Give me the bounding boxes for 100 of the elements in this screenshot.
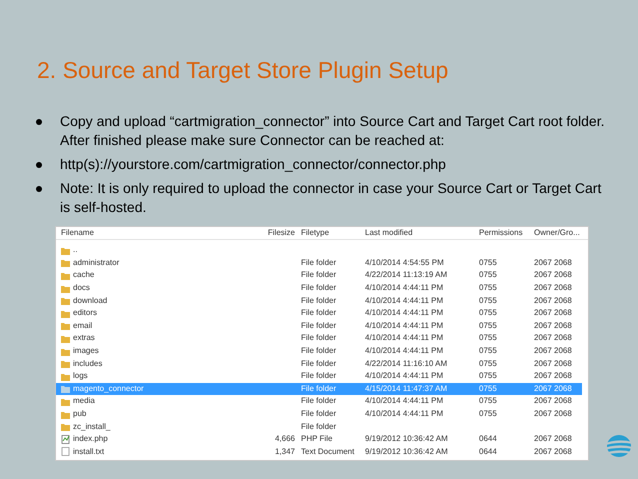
table-cell: editors: [73, 307, 98, 320]
table-cell: PHP File: [301, 433, 332, 446]
file-row[interactable]: ..: [56, 244, 582, 257]
table-cell: download: [73, 294, 108, 307]
table-cell: 4/10/2014 4:44:11 PM: [365, 395, 444, 408]
table-cell: File folder: [301, 256, 336, 269]
table-cell: File folder: [301, 358, 336, 370]
table-cell: Text Document: [301, 446, 354, 458]
table-cell: File folder: [301, 408, 336, 420]
table-cell: 0755: [479, 382, 497, 395]
table-cell: 4/10/2014 4:44:11 PM: [365, 282, 444, 294]
file-row[interactable]: editors File folder 4/10/2014 4:44:11 PM 0755 2067 2068: [56, 306, 582, 320]
table-cell: 2067 2068: [534, 256, 572, 269]
table-cell: 2067 2068: [534, 320, 572, 332]
bullet-icon: [36, 162, 42, 168]
table-cell: 1,347: [274, 446, 295, 458]
table-cell: 0755: [479, 282, 497, 294]
table-cell: 2067 2068: [534, 446, 572, 458]
table-cell: File folder: [301, 269, 336, 282]
file-row[interactable]: pub File folder 4/10/2014 4:44:11 PM 0755 2067 2068: [56, 408, 582, 420]
table-cell: extras: [73, 332, 95, 344]
table-cell: 4/10/2014 4:44:11 PM: [365, 370, 444, 382]
table-cell: 0755: [479, 294, 497, 307]
table-cell: 4,666: [274, 433, 295, 446]
table-cell: ..: [73, 244, 78, 256]
table-cell: 0755: [479, 269, 497, 282]
table-cell: 4/10/2014 4:54:55 PM: [365, 256, 444, 269]
bullet-icon: [36, 186, 42, 192]
table-cell: 0755: [479, 370, 497, 382]
table-cell: 0755: [479, 320, 497, 332]
table-cell: 2067 2068: [534, 433, 572, 446]
file-row[interactable]: zc_install_ File folder: [56, 420, 582, 433]
table-cell: index.php: [73, 433, 108, 446]
table-cell: includes: [73, 358, 102, 370]
table-cell: 2067 2068: [534, 332, 572, 344]
file-row[interactable]: extras File folder 4/10/2014 4:44:11 PM 0755 2067 2068: [56, 332, 582, 345]
table-cell: install.txt: [73, 446, 104, 458]
table-cell: pub: [73, 408, 86, 420]
table-cell: File folder: [301, 294, 336, 307]
table-cell: 4/10/2014 4:44:11 PM: [365, 294, 444, 307]
table-cell: media: [73, 395, 95, 408]
table-cell: 4/10/2014 4:44:11 PM: [365, 332, 444, 344]
file-row[interactable]: index.php 4,666 PHP File 9/19/2012 10:36:42 AM 0644 2067 2068: [56, 432, 582, 446]
table-cell: zc_install_: [73, 420, 110, 433]
table-cell: 0755: [479, 408, 497, 420]
column-header[interactable]: Last modified: [362, 227, 476, 239]
table-cell: File folder: [301, 307, 336, 320]
bullet-text: Copy and upload “cartmigration_connector” into Source Cart and Target Cart root folder. After finished please make sure Connector can be reached at:: [60, 112, 606, 150]
column-header[interactable]: Filetype: [298, 227, 362, 239]
file-row[interactable]: cache File folder 4/22/2014 11:13:19 AM 0755 2067 2068: [56, 269, 582, 282]
table-cell: File folder: [301, 382, 336, 395]
bullet-text: Note: It is only required to upload the connector in case your Source Cart or Target Cart is self-hosted.: [60, 179, 602, 217]
table-cell: 0755: [479, 345, 497, 358]
file-row[interactable]: logs File folder 4/10/2014 4:44:11 PM 0755 2067 2068: [56, 370, 582, 383]
table-cell: 2067 2068: [534, 358, 572, 370]
table-cell: File folder: [301, 332, 336, 344]
file-row[interactable]: administrator File folder 4/10/2014 4:54:55 PM 0755 2067 2068: [56, 256, 582, 270]
table-cell: 4/15/2014 11:47:37 AM: [365, 382, 448, 395]
table-cell: 4/10/2014 4:44:11 PM: [365, 320, 444, 332]
column-header[interactable]: Owner/Gro...: [531, 227, 581, 239]
table-cell: File folder: [301, 282, 336, 294]
table-cell: File folder: [301, 320, 336, 332]
file-row[interactable]: media File folder 4/10/2014 4:44:11 PM 0755 2067 2068: [56, 395, 582, 408]
table-cell: 0644: [479, 446, 497, 458]
table-cell: 0755: [479, 332, 497, 344]
table-cell: 4/10/2014 4:44:11 PM: [365, 307, 444, 320]
table-cell: File folder: [301, 370, 336, 382]
table-cell: magento_connector: [73, 382, 144, 395]
table-cell: logs: [73, 370, 88, 382]
column-header[interactable]: Filesize: [248, 227, 298, 239]
table-cell: 0755: [479, 395, 497, 408]
column-header[interactable]: Permissions: [476, 227, 531, 239]
table-cell: 2067 2068: [534, 269, 572, 282]
file-row[interactable]: images File folder 4/10/2014 4:44:11 PM 0755 2067 2068: [56, 344, 582, 358]
file-row[interactable]: install.txt 1,347 Text Document 9/19/2012 10:36:42 AM 0644 2067 2068: [56, 446, 582, 458]
table-cell: docs: [73, 282, 90, 294]
slide-title: 2. Source and Target Store Plugin Setup: [37, 56, 448, 85]
table-cell: 2067 2068: [534, 370, 572, 382]
file-row[interactable]: includes File folder 4/22/2014 11:16:10 AM 0755 2067 2068: [56, 357, 582, 370]
bullet-text: http(s)://yourstore.com/cartmigration_connector/connector.php: [60, 155, 446, 174]
table-cell: File folder: [301, 420, 336, 433]
table-cell: cache: [73, 269, 94, 282]
table-cell: 9/19/2012 10:36:42 AM: [365, 446, 448, 458]
table-cell: 4/10/2014 4:44:11 PM: [365, 408, 444, 420]
table-cell: 4/22/2014 11:13:19 AM: [365, 269, 448, 282]
table-cell: 2067 2068: [534, 307, 572, 320]
table-cell: email: [73, 320, 92, 332]
table-cell: 0755: [479, 307, 497, 320]
bullet-icon: [36, 119, 42, 125]
column-header[interactable]: Filename: [58, 227, 248, 239]
table-cell: 2067 2068: [534, 408, 572, 420]
file-row[interactable]: download File folder 4/10/2014 4:44:11 PM 0755 2067 2068: [56, 294, 582, 307]
table-cell: administrator: [73, 256, 120, 269]
table-cell: 0755: [479, 256, 497, 269]
file-row[interactable]: docs File folder 4/10/2014 4:44:11 PM 0755 2067 2068: [56, 282, 582, 294]
file-row[interactable]: email File folder 4/10/2014 4:44:11 PM 0755 2067 2068: [56, 320, 582, 332]
document-icon: [61, 434, 70, 444]
table-cell: 2067 2068: [534, 294, 572, 307]
table-cell: 4/22/2014 11:16:10 AM: [365, 358, 448, 370]
table-cell: 2067 2068: [534, 282, 572, 294]
